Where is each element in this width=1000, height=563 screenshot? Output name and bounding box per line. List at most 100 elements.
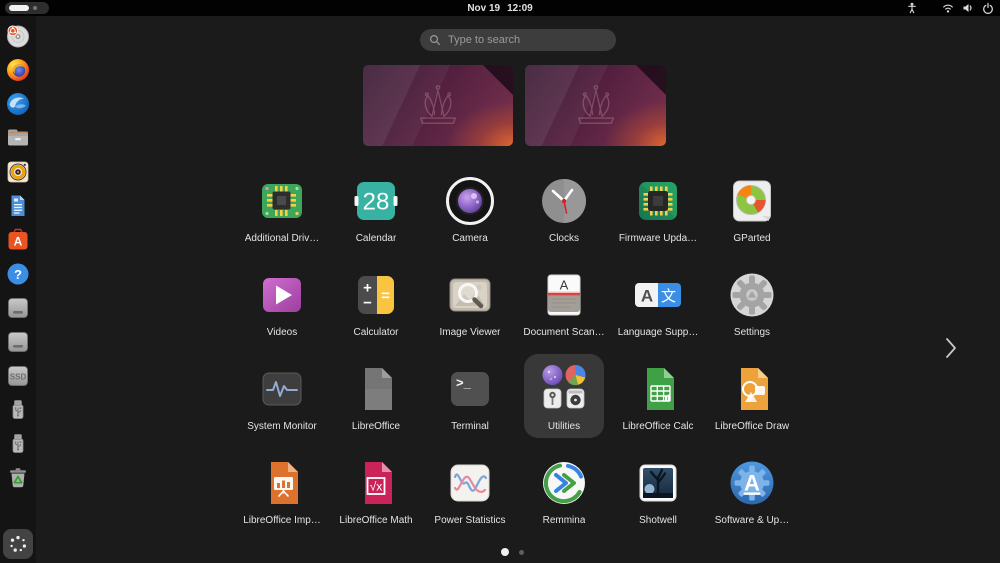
app-gparted[interactable]: GParted [705, 170, 799, 264]
dock-item-files[interactable] [4, 124, 32, 152]
search-input[interactable] [420, 29, 616, 51]
rhythmbox-icon [7, 161, 29, 183]
calculator-icon: + − = [350, 269, 402, 321]
app-terminal[interactable]: >_ Terminal [423, 358, 517, 452]
svg-text:A: A [744, 471, 760, 496]
workspace-indicator[interactable] [5, 2, 49, 14]
workspace-thumbnail-1[interactable] [363, 65, 513, 146]
settings-icon [726, 269, 778, 321]
thunderbird-icon [7, 93, 29, 115]
remmina-icon [538, 457, 590, 509]
libreoffice-icon [350, 363, 402, 415]
app-clocks[interactable]: Clocks [517, 170, 611, 264]
volume-icon[interactable] [962, 2, 974, 14]
workspace-active-pill [9, 5, 29, 11]
install-ubuntu-icon [7, 25, 29, 48]
app-libreoffice[interactable]: LibreOffice [329, 358, 423, 452]
dock-item-rhythmbox[interactable] [4, 158, 32, 186]
dock-item-thunderbird[interactable] [4, 90, 32, 118]
app-settings[interactable]: Settings [705, 264, 799, 358]
app-libreoffice-calc[interactable]: LibreOffice Calc [611, 358, 705, 452]
dock-item-hard-drive-2[interactable] [4, 328, 32, 356]
app-label: GParted [733, 233, 771, 244]
svg-text:−: − [363, 295, 372, 312]
clock-menu[interactable]: Nov 19 12:09 [467, 0, 532, 16]
ssd-drive-icon: SSD [8, 366, 28, 386]
dock-item-help[interactable]: ? [4, 260, 32, 288]
status-area [906, 0, 994, 16]
svg-text:A: A [641, 287, 653, 306]
app-shotwell[interactable]: Shotwell [611, 452, 705, 546]
utilities-folder-icon [538, 363, 590, 415]
app-grid: Additional Driv… 28 Calendar Camera Cloc… [235, 170, 799, 546]
app-document-scanner[interactable]: A Document Scan… [517, 264, 611, 358]
app-image-viewer[interactable]: Image Viewer [423, 264, 517, 358]
app-additional-drivers[interactable]: Additional Driv… [235, 170, 329, 264]
app-label: Remmina [542, 515, 586, 526]
dock-item-install-ubuntu[interactable] [4, 22, 32, 50]
calendar-icon: 28 [350, 175, 402, 227]
dock-item-ssd-drive[interactable]: SSD [4, 362, 32, 390]
app-label: Additional Driv… [244, 233, 320, 244]
dock: A ? SSD [0, 16, 36, 563]
app-libreoffice-math[interactable]: √x LibreOffice Math [329, 452, 423, 546]
power-icon[interactable] [982, 2, 994, 14]
app-label: Shotwell [639, 515, 677, 526]
app-libreoffice-impress[interactable]: LibreOffice Imp… [235, 452, 329, 546]
dock-item-app-center[interactable]: A [4, 226, 32, 254]
dock-item-usb-drive-1[interactable] [4, 396, 32, 424]
accessibility-icon[interactable] [906, 2, 918, 14]
dock-item-hard-drive-1[interactable] [4, 294, 32, 322]
usb-drive-icon [12, 400, 24, 419]
app-libreoffice-draw[interactable]: LibreOffice Draw [705, 358, 799, 452]
app-label: Camera [452, 233, 488, 244]
app-remmina[interactable]: Remmina [517, 452, 611, 546]
app-label: LibreOffice Math [339, 515, 413, 526]
panel-time: 12:09 [507, 2, 533, 14]
search-icon [429, 34, 440, 45]
page-indicator [501, 548, 524, 556]
shotwell-icon [632, 457, 684, 509]
videos-icon [256, 269, 308, 321]
document-scanner-icon: A [538, 269, 590, 321]
page-dot-1[interactable] [501, 548, 509, 556]
dock-item-usb-drive-2[interactable] [4, 430, 32, 458]
dock-item-trash[interactable] [4, 464, 32, 492]
app-label: Software & Up… [714, 515, 790, 526]
app-label: Image Viewer [439, 327, 501, 338]
app-videos[interactable]: Videos [235, 264, 329, 358]
app-label: Calendar [355, 233, 397, 244]
language-support-icon: A文 [632, 269, 684, 321]
app-calculator[interactable]: + − = Calculator [329, 264, 423, 358]
svg-text:SSD: SSD [10, 373, 27, 382]
additional-drivers-icon [256, 175, 308, 227]
dock-item-libreoffice-writer[interactable] [4, 192, 32, 220]
wallpaper-crown-emblem [420, 84, 456, 124]
app-label: Firmware Upda… [618, 233, 698, 244]
app-folder-utilities[interactable]: Utilities [517, 354, 611, 452]
app-label: Power Statistics [434, 515, 506, 526]
app-software-updater[interactable]: A Software & Up… [705, 452, 799, 546]
software-updater-icon: A [726, 457, 778, 509]
app-language-support[interactable]: A文 Language Supp… [611, 264, 705, 358]
next-page-button[interactable] [944, 336, 958, 360]
gparted-icon [726, 175, 778, 227]
app-label: System Monitor [247, 421, 317, 432]
workspace-thumbnail-2[interactable] [525, 65, 666, 146]
firefox-icon [7, 59, 29, 81]
svg-text:A: A [560, 278, 569, 293]
svg-text:28: 28 [363, 189, 390, 216]
app-calendar[interactable]: 28 Calendar [329, 170, 423, 264]
app-power-statistics[interactable]: Power Statistics [423, 452, 517, 546]
app-firmware-updater[interactable]: Firmware Upda… [611, 170, 705, 264]
hard-drive-icon [8, 298, 28, 318]
show-apps-button[interactable] [3, 529, 33, 559]
page-dot-2[interactable] [519, 549, 524, 555]
app-system-monitor[interactable]: System Monitor [235, 358, 329, 452]
app-label: Utilities [547, 421, 581, 432]
app-camera[interactable]: Camera [423, 170, 517, 264]
wifi-icon[interactable] [942, 2, 954, 14]
libreoffice-draw-icon [726, 363, 778, 415]
app-label: LibreOffice [351, 421, 401, 432]
dock-item-firefox[interactable] [4, 56, 32, 84]
